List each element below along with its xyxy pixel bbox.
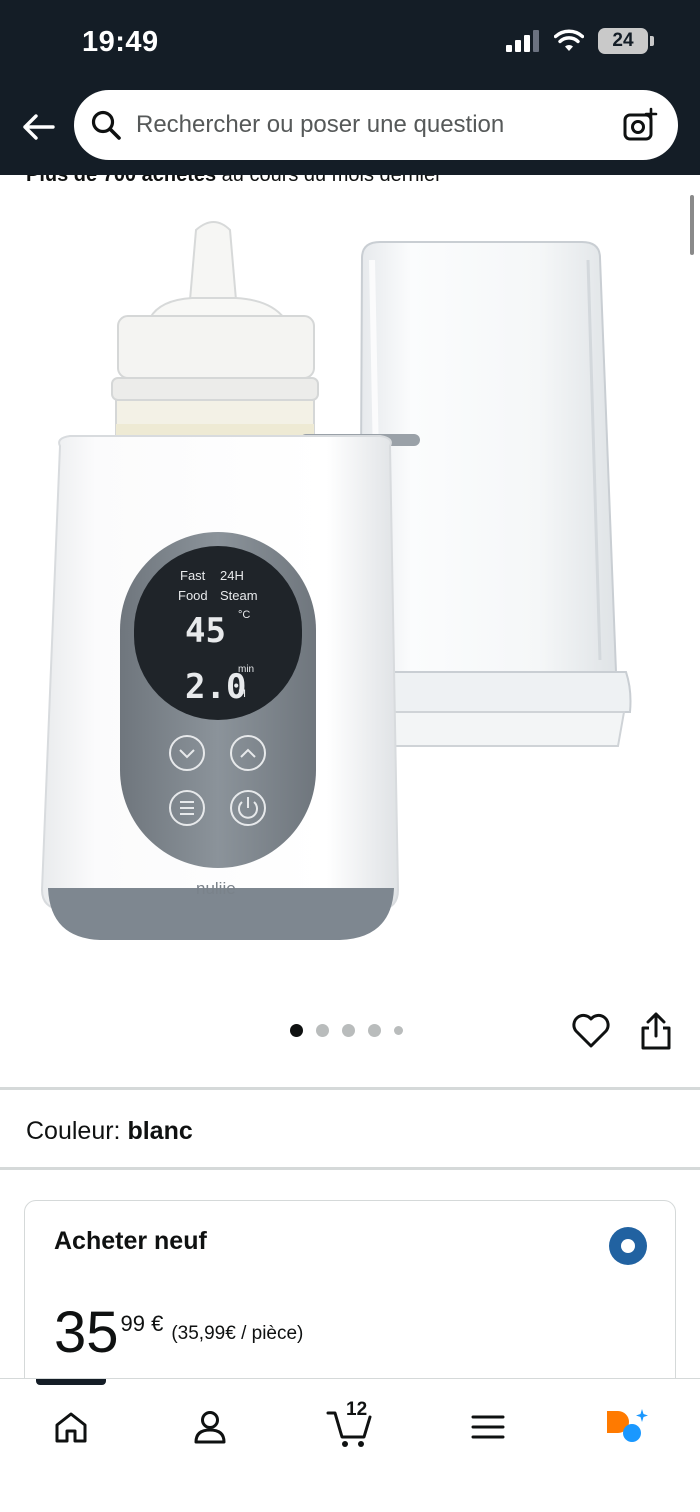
wifi-icon xyxy=(554,29,584,51)
section-divider xyxy=(0,1167,700,1170)
purchase-count-text: Plus de 700 achetés au cours du mois der… xyxy=(26,164,442,187)
carousel-dot[interactable] xyxy=(368,1024,381,1037)
nav-account[interactable] xyxy=(180,1397,240,1457)
status-time-overlay: 19:49 xyxy=(82,26,159,58)
svg-text:°C: °C xyxy=(238,609,250,621)
price-fraction: 99 € xyxy=(120,1311,164,1336)
unit-price: (35,99€ / pièce) xyxy=(171,1323,304,1344)
search-input[interactable] xyxy=(136,111,620,139)
share-button[interactable] xyxy=(636,1010,676,1052)
carousel-dot[interactable] xyxy=(394,1026,403,1035)
brand-logo: nuliie xyxy=(196,879,236,898)
svg-text:24H: 24H xyxy=(220,568,244,583)
color-label: Couleur: xyxy=(26,1117,128,1145)
nav-cart[interactable]: 12 xyxy=(320,1397,380,1457)
svg-text:45: 45 xyxy=(185,611,226,651)
product-image[interactable]: Fast 24H Food Steam 45 °C 2.0 min H nuli… xyxy=(0,190,700,990)
svg-text:Food: Food xyxy=(178,588,208,603)
nav-home[interactable] xyxy=(41,1397,101,1457)
cellular-signal-icon xyxy=(506,30,539,52)
price-whole: 35 xyxy=(54,1300,119,1365)
nav-ai-assistant[interactable] xyxy=(596,1397,656,1457)
heart-icon xyxy=(572,1013,610,1048)
battery-level: 24 xyxy=(612,30,634,51)
ai-assistant-icon xyxy=(607,1409,648,1442)
search-icon xyxy=(91,110,121,140)
search-bar-overlay[interactable] xyxy=(74,90,678,160)
share-icon xyxy=(641,1012,671,1050)
svg-text:Steam: Steam xyxy=(220,588,258,603)
nav-menu[interactable] xyxy=(458,1397,518,1457)
wishlist-button[interactable] xyxy=(570,1010,612,1052)
price: 35 99 € (35,99€ / pièce) xyxy=(54,1301,303,1365)
active-tab-indicator xyxy=(36,1379,106,1385)
arrow-left-icon xyxy=(23,114,55,140)
home-icon xyxy=(55,1412,87,1443)
camera-search-icon xyxy=(623,107,658,141)
carousel-dot-active[interactable] xyxy=(290,1024,303,1037)
svg-text:Fast: Fast xyxy=(180,568,206,583)
back-button-overlay[interactable] xyxy=(16,105,60,149)
baby-bottle xyxy=(111,221,319,451)
color-value: blanc xyxy=(127,1117,193,1145)
buy-new-radio[interactable] xyxy=(609,1227,647,1265)
carousel-dot[interactable] xyxy=(342,1024,355,1037)
carousel-dot[interactable] xyxy=(316,1024,329,1037)
section-divider xyxy=(0,1087,700,1090)
purchase-count-rest: au cours du mois dernier xyxy=(216,164,442,186)
buy-new-title: Acheter neuf xyxy=(54,1227,207,1255)
purchase-count-bold: Plus de 700 achetés xyxy=(26,164,217,186)
svg-text:min: min xyxy=(238,664,254,675)
cart-count: 12 xyxy=(346,1399,368,1420)
camera-search-button[interactable] xyxy=(620,105,660,145)
svg-text:H: H xyxy=(238,688,246,700)
menu-icon xyxy=(471,1415,505,1439)
battery-icon: 24 xyxy=(598,28,654,54)
person-icon xyxy=(194,1411,226,1444)
color-variant[interactable]: Couleur: blanc xyxy=(26,1117,193,1146)
bottom-nav: 12 xyxy=(0,1378,700,1512)
image-carousel-dots[interactable] xyxy=(290,1024,403,1037)
status-icons-overlay: 24 xyxy=(506,28,654,54)
